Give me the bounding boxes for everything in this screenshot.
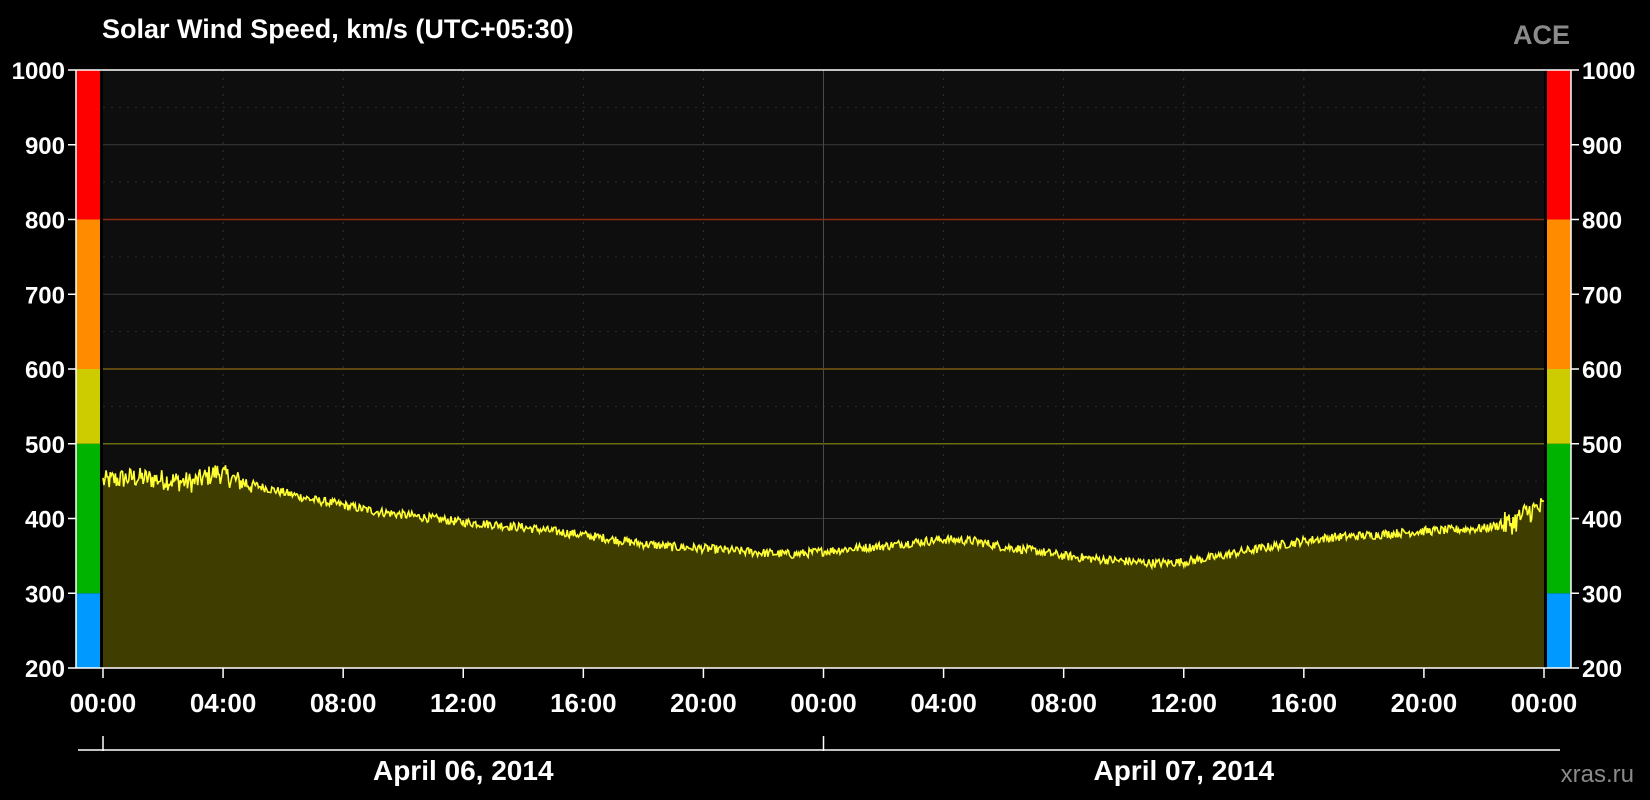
xtick-label-7: 04:00	[910, 688, 977, 718]
chart-title: Solar Wind Speed, km/s (UTC+05:30)	[102, 14, 574, 44]
xtick-label-2: 08:00	[310, 688, 377, 718]
speed-band-left-200	[76, 593, 100, 668]
speed-band-right-300	[1547, 443, 1571, 594]
ytick-label-left-800: 800	[25, 208, 65, 235]
ytick-label-right-800: 800	[1582, 208, 1622, 235]
ytick-label-right-200: 200	[1582, 656, 1622, 683]
date-label-1: April 07, 2014	[1093, 755, 1274, 786]
xtick-label-8: 08:00	[1030, 688, 1097, 718]
xtick-label-5: 20:00	[670, 688, 737, 718]
speed-band-right-200	[1547, 593, 1571, 668]
speed-band-left-600	[76, 219, 100, 369]
ytick-label-left-500: 500	[25, 432, 65, 459]
ytick-label-right-500: 500	[1582, 432, 1622, 459]
ytick-label-left-600: 600	[25, 357, 65, 384]
speed-band-right-800	[1547, 70, 1571, 220]
xtick-label-9: 12:00	[1151, 688, 1218, 718]
ytick-label-left-300: 300	[25, 581, 65, 608]
credit-label: xras.ru	[1561, 761, 1634, 788]
ytick-label-left-400: 400	[25, 507, 65, 534]
ytick-label-right-700: 700	[1582, 282, 1622, 309]
speed-band-right-500	[1547, 369, 1571, 444]
ytick-label-right-900: 900	[1582, 133, 1622, 160]
xtick-label-10: 16:00	[1271, 688, 1338, 718]
ytick-label-right-1000: 1000	[1582, 58, 1635, 85]
ytick-label-right-300: 300	[1582, 581, 1622, 608]
solar-wind-chart: 200 200 300 300 400 400 500 500 600 600 700 700 800 8…	[12, 14, 1636, 788]
xtick-label-12: 00:00	[1511, 688, 1578, 718]
ytick-label-left-1000: 1000	[12, 58, 65, 85]
xtick-label-0: 00:00	[70, 688, 137, 718]
ytick-label-right-600: 600	[1582, 357, 1622, 384]
xtick-label-11: 20:00	[1391, 688, 1458, 718]
ytick-label-left-900: 900	[25, 133, 65, 160]
speed-band-left-500	[76, 369, 100, 444]
date-label-0: April 06, 2014	[373, 755, 554, 786]
xtick-label-1: 04:00	[190, 688, 257, 718]
ytick-label-left-700: 700	[25, 282, 65, 309]
speed-band-left-300	[76, 443, 100, 594]
xtick-label-6: 00:00	[790, 688, 857, 718]
ytick-label-right-400: 400	[1582, 507, 1622, 534]
ytick-label-left-200: 200	[25, 656, 65, 683]
source-label: ACE	[1513, 20, 1570, 50]
xtick-label-4: 16:00	[550, 688, 617, 718]
speed-band-right-600	[1547, 219, 1571, 369]
speed-band-left-800	[76, 70, 100, 220]
xtick-label-3: 12:00	[430, 688, 497, 718]
